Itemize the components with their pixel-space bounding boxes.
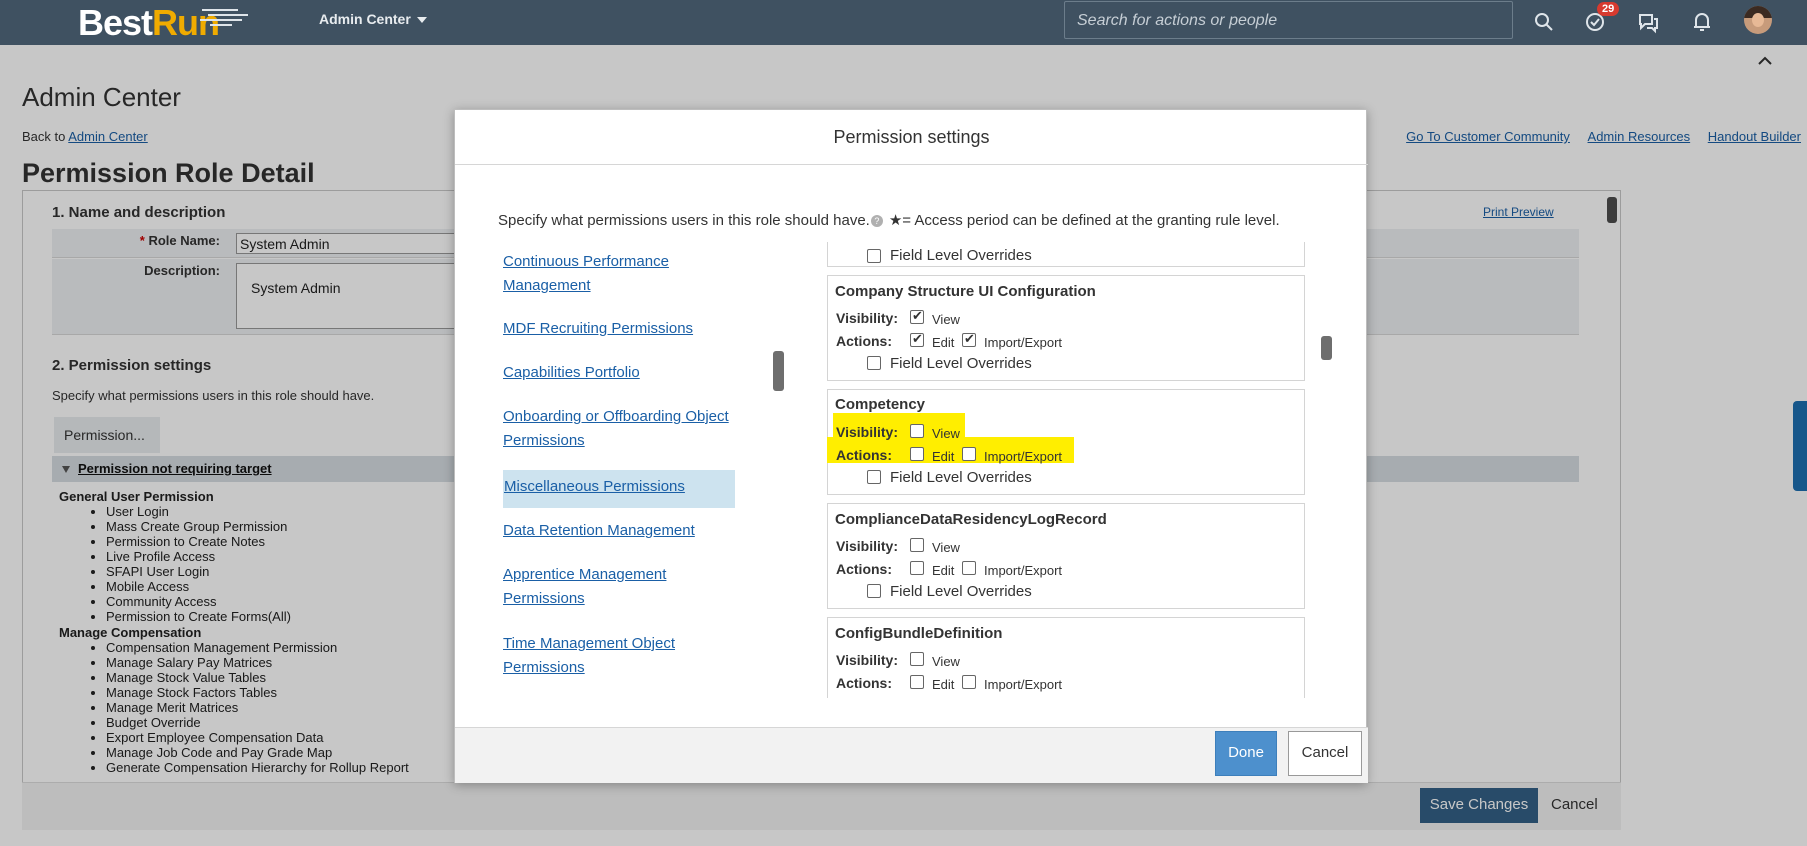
nav-item-line[interactable]: Miscellaneous Permissions bbox=[504, 478, 685, 495]
nav-item-line[interactable]: Continuous Performance bbox=[503, 253, 669, 270]
dialog-intro-text: Specify what permissions users in this r… bbox=[498, 212, 870, 229]
field-level-overrides-label: Field Level Overrides bbox=[890, 355, 1032, 372]
card-title: Company Structure UI Configuration bbox=[835, 283, 1096, 300]
field-level-overrides-label: Field Level Overrides bbox=[890, 469, 1032, 486]
nav-item-line[interactable]: Management bbox=[503, 277, 591, 294]
import-export-checkbox[interactable] bbox=[962, 331, 976, 347]
actions-label: Actions: bbox=[836, 561, 892, 577]
visibility-label: Visibility: bbox=[836, 652, 898, 668]
nav-item-mdf-recruiting[interactable]: MDF Recruiting Permissions bbox=[503, 317, 735, 341]
visibility-label: Visibility: bbox=[836, 424, 898, 440]
actions-label: Actions: bbox=[836, 675, 892, 691]
detail-scrollbar[interactable] bbox=[1321, 336, 1332, 360]
nav-item-miscellaneous[interactable]: Miscellaneous Permissions bbox=[503, 470, 735, 508]
nav-item-apprentice-management[interactable]: Apprentice Management Permissions bbox=[503, 563, 735, 611]
user-avatar[interactable] bbox=[1744, 6, 1772, 34]
edit-checkbox[interactable] bbox=[910, 331, 924, 347]
edit-checkbox[interactable] bbox=[910, 447, 924, 461]
avatar-face bbox=[1752, 13, 1764, 27]
actions-label: Actions: bbox=[836, 333, 892, 349]
permission-card-company-structure: Company Structure UI Configuration Visib… bbox=[827, 275, 1305, 381]
shell-bar: BestRun Admin Center Search for actions … bbox=[0, 0, 1807, 45]
dialog-title: Permission settings bbox=[455, 110, 1368, 165]
card-title: ConfigBundleDefinition bbox=[835, 625, 1003, 642]
nav-item-line[interactable]: Apprentice Management bbox=[503, 566, 666, 583]
nav-item-data-retention[interactable]: Data Retention Management bbox=[503, 519, 735, 543]
cancel-button[interactable]: Cancel bbox=[1288, 731, 1362, 776]
field-level-overrides-checkbox[interactable] bbox=[867, 584, 881, 598]
admin-center-menu[interactable]: Admin Center bbox=[319, 11, 427, 27]
field-level-overrides-checkbox[interactable] bbox=[867, 249, 881, 263]
help-icon[interactable]: ? bbox=[870, 215, 883, 228]
field-level-overrides-label: Field Level Overrides bbox=[890, 697, 1032, 698]
view-label: View bbox=[932, 312, 960, 327]
field-level-overrides-checkbox[interactable] bbox=[867, 356, 881, 370]
admin-center-menu-label: Admin Center bbox=[319, 11, 411, 27]
permission-card-competency: Competency Visibility: View Actions: Edi… bbox=[827, 389, 1305, 495]
permission-card-config-bundle: ConfigBundleDefinition Visibility: View … bbox=[827, 617, 1305, 698]
import-export-checkbox[interactable] bbox=[962, 675, 976, 689]
permission-category-list: Continuous Performance Management MDF Re… bbox=[503, 250, 735, 696]
import-export-label: Import/Export bbox=[984, 335, 1063, 350]
edit-label: Edit bbox=[932, 449, 955, 464]
visibility-label: Visibility: bbox=[836, 310, 898, 326]
bell-icon[interactable] bbox=[1689, 9, 1715, 35]
visibility-label: Visibility: bbox=[836, 538, 898, 554]
view-checkbox[interactable] bbox=[910, 424, 924, 438]
view-label: View bbox=[932, 540, 960, 555]
view-checkbox[interactable] bbox=[910, 308, 924, 324]
done-button[interactable]: Done bbox=[1215, 731, 1277, 776]
search-input[interactable]: Search for actions or people bbox=[1064, 1, 1513, 39]
logo-cloud-icon bbox=[200, 9, 248, 26]
nav-item-capabilities-portfolio[interactable]: Capabilities Portfolio bbox=[503, 361, 735, 385]
field-level-overrides-label: Field Level Overrides bbox=[890, 583, 1032, 600]
nav-item-line[interactable]: Permissions bbox=[503, 659, 585, 676]
edit-label: Edit bbox=[932, 677, 955, 692]
permission-detail-list: Field Level Overrides Company Structure … bbox=[827, 242, 1305, 698]
nav-item-line[interactable]: Onboarding or Offboarding Object bbox=[503, 408, 729, 425]
import-export-checkbox[interactable] bbox=[962, 561, 976, 575]
nav-scrollbar[interactable] bbox=[773, 351, 784, 391]
nav-item-line[interactable]: MDF Recruiting Permissions bbox=[503, 320, 693, 337]
nav-item-time-management[interactable]: Time Management Object Permissions bbox=[503, 632, 735, 680]
nav-item-onboarding-offboarding[interactable]: Onboarding or Offboarding Object Permiss… bbox=[503, 405, 735, 453]
search-icon[interactable] bbox=[1531, 9, 1557, 35]
field-level-overrides-checkbox[interactable] bbox=[867, 470, 881, 484]
permission-card-partial: Field Level Overrides bbox=[827, 242, 1305, 267]
nav-item-line[interactable]: Capabilities Portfolio bbox=[503, 364, 640, 381]
view-checkbox[interactable] bbox=[910, 652, 924, 666]
import-export-label: Import/Export bbox=[984, 563, 1063, 578]
chevron-down-icon bbox=[416, 17, 427, 24]
edit-label: Edit bbox=[932, 335, 955, 350]
import-export-label: Import/Export bbox=[984, 449, 1063, 464]
import-export-label: Import/Export bbox=[984, 677, 1063, 692]
edit-checkbox[interactable] bbox=[910, 675, 924, 689]
view-label: View bbox=[932, 654, 960, 669]
actions-label: Actions: bbox=[836, 447, 892, 463]
view-label: View bbox=[932, 426, 960, 441]
todo-badge: 29 bbox=[1597, 2, 1620, 16]
dialog-intro: Specify what permissions users in this r… bbox=[498, 211, 1280, 229]
nav-item-line[interactable]: Permissions bbox=[503, 590, 585, 607]
permission-card-compliance-log: ComplianceDataResidencyLogRecord Visibil… bbox=[827, 503, 1305, 609]
nav-item-line[interactable]: Time Management Object bbox=[503, 635, 675, 652]
logo-text-best: Best bbox=[78, 2, 153, 43]
edit-label: Edit bbox=[932, 563, 955, 578]
view-checkbox[interactable] bbox=[910, 538, 924, 552]
nav-item-line[interactable]: Data Retention Management bbox=[503, 522, 695, 539]
edit-checkbox[interactable] bbox=[910, 561, 924, 575]
dialog-intro-note: ★= Access period can be defined at the g… bbox=[888, 212, 1280, 229]
card-title: ComplianceDataResidencyLogRecord bbox=[835, 511, 1107, 528]
field-level-overrides-label: Field Level Overrides bbox=[890, 247, 1032, 264]
card-title: Competency bbox=[835, 396, 926, 413]
import-export-checkbox[interactable] bbox=[962, 447, 976, 461]
nav-item-line[interactable]: Permissions bbox=[503, 432, 585, 449]
nav-item-continuous-performance[interactable]: Continuous Performance Management bbox=[503, 250, 735, 298]
permission-settings-dialog: Permission settings Specify what permiss… bbox=[454, 109, 1368, 783]
feedback-chat-icon[interactable] bbox=[1635, 9, 1661, 35]
